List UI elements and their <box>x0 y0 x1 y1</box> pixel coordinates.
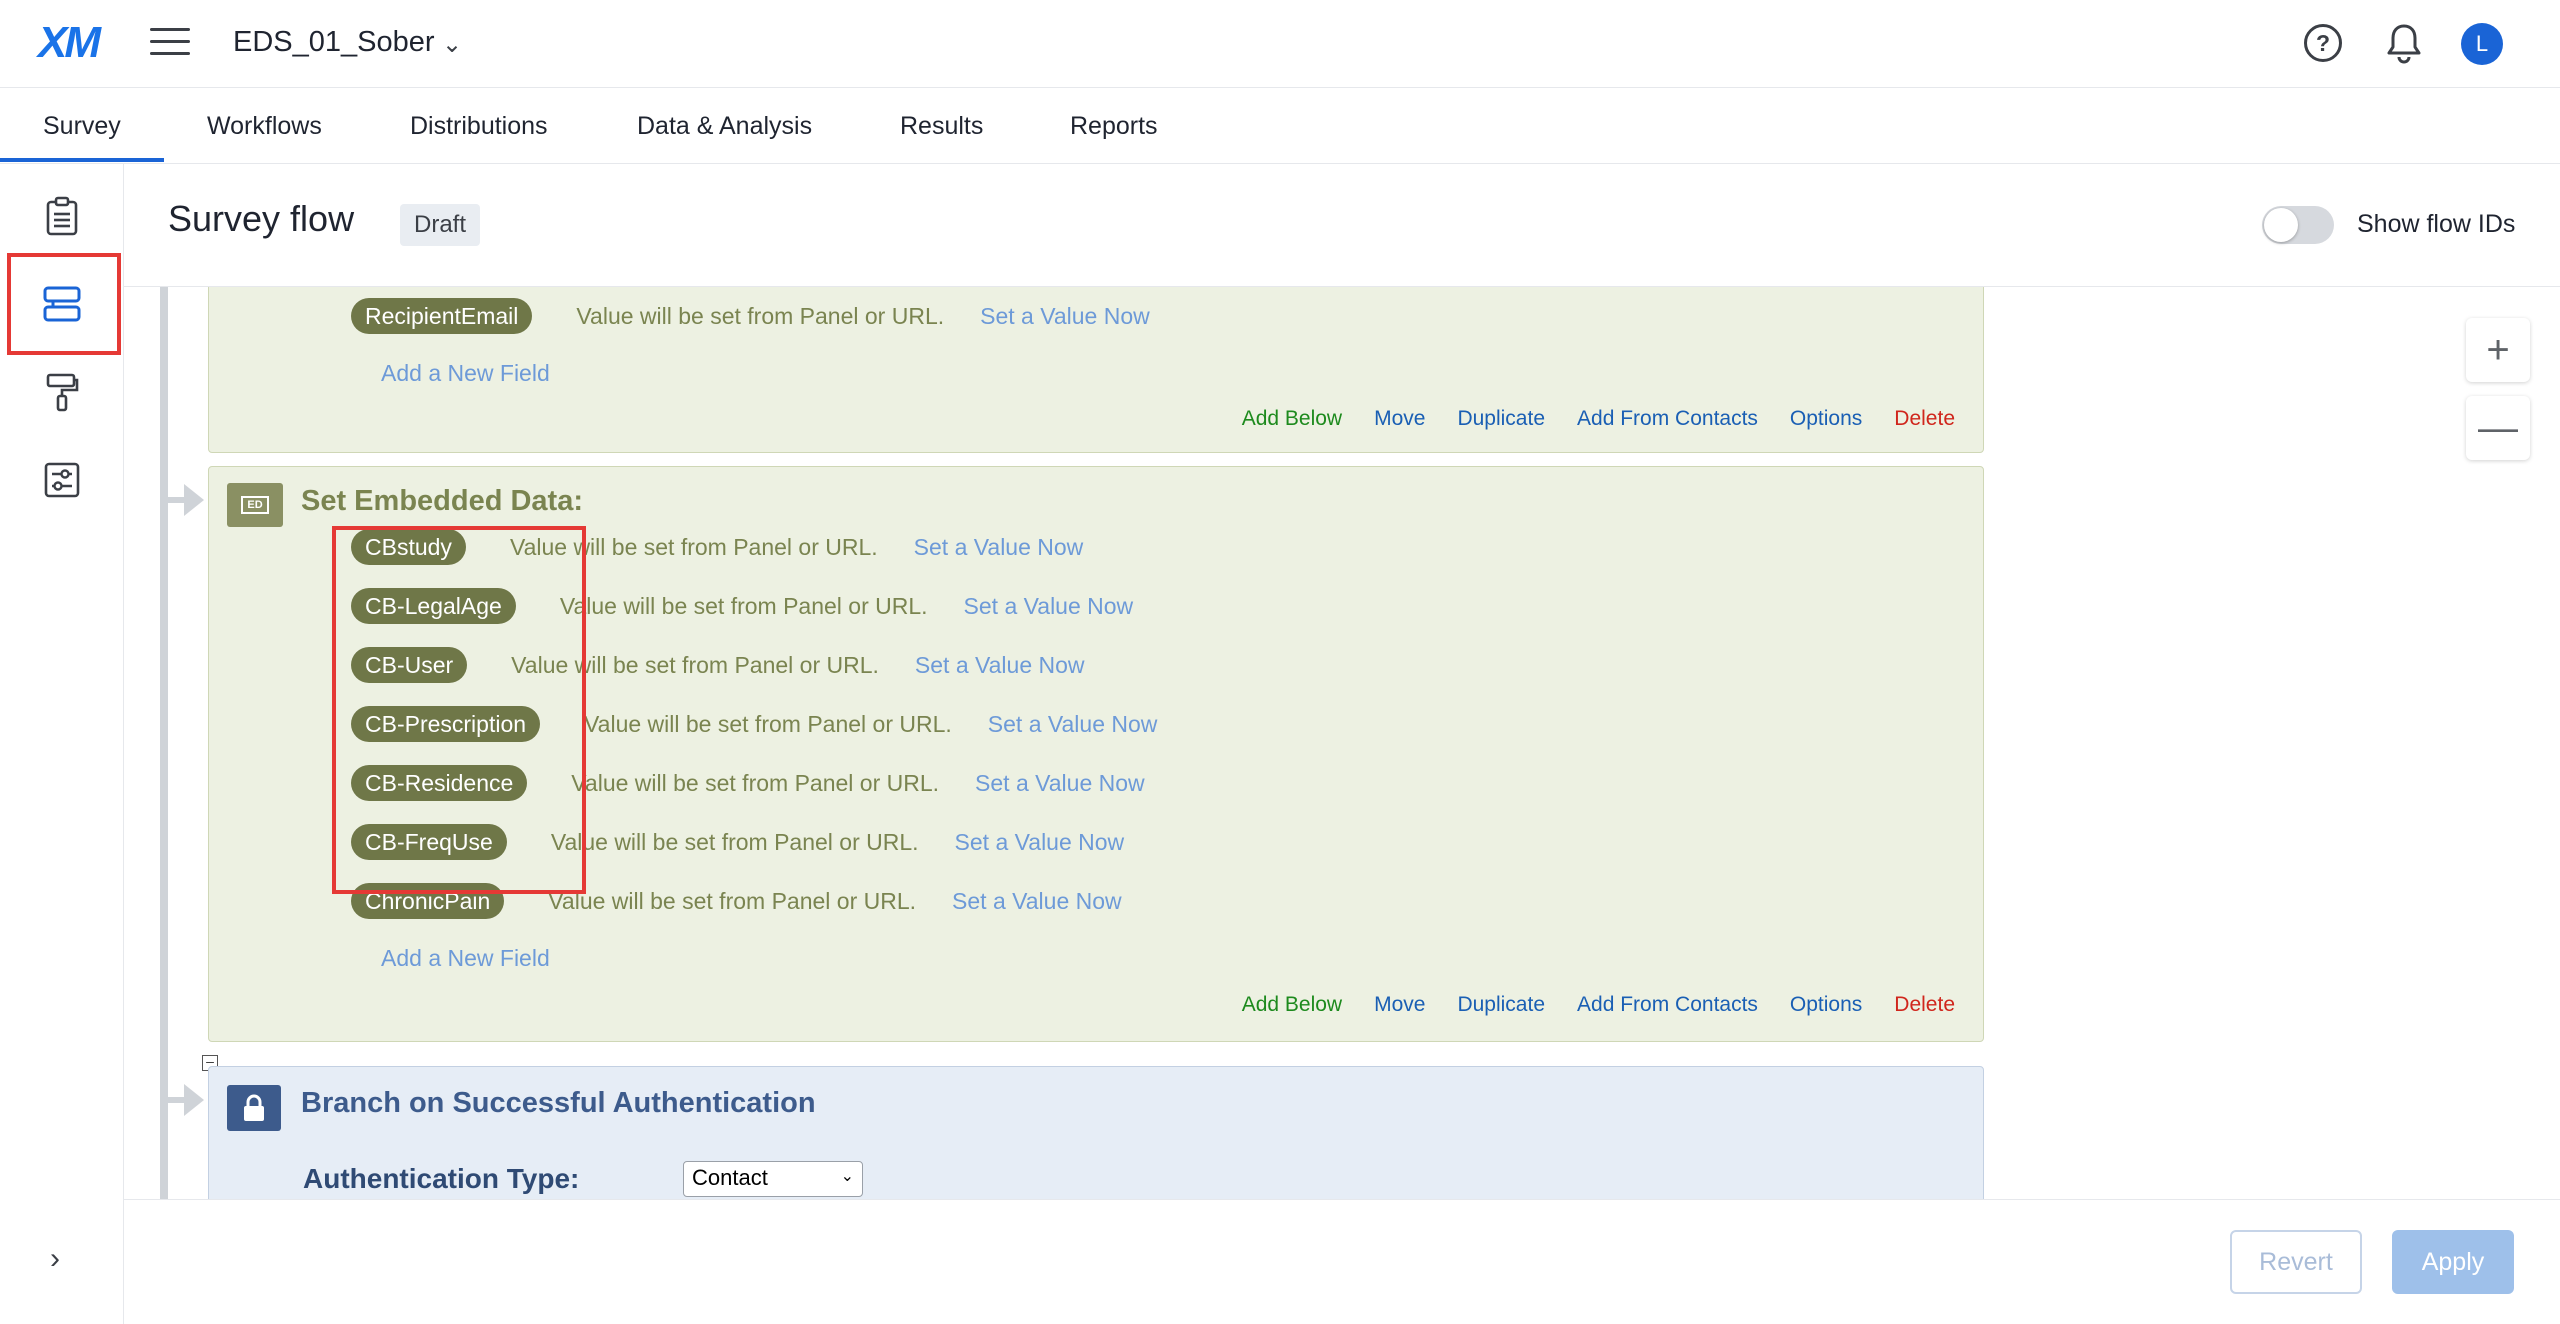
set-value-link[interactable]: Set a Value Now <box>952 888 1122 915</box>
options-link[interactable]: Options <box>1790 993 1862 1017</box>
set-value-link[interactable]: Set a Value Now <box>975 770 1145 797</box>
lock-icon <box>227 1085 281 1131</box>
revert-button[interactable]: Revert <box>2230 1230 2362 1294</box>
help-icon[interactable]: ? <box>2304 24 2342 62</box>
duplicate-link[interactable]: Duplicate <box>1457 407 1545 431</box>
top-bar: XM EDS_01_Sober ⌄ ? L <box>0 0 2560 88</box>
left-rail: › <box>0 164 124 1324</box>
footer-bar <box>124 1199 2560 1324</box>
field-value-text: Value will be set from Panel or URL. <box>548 887 917 914</box>
apply-button[interactable]: Apply <box>2392 1230 2514 1294</box>
status-badge: Draft <box>400 204 481 246</box>
survey-builder-icon[interactable] <box>34 188 90 244</box>
set-value-link[interactable]: Set a Value Now <box>914 534 1084 561</box>
add-below-link[interactable]: Add Below <box>1242 993 1342 1017</box>
zoom-in-button[interactable]: + <box>2466 318 2530 382</box>
authentication-type-label: Authentication Type: <box>303 1163 580 1194</box>
highlight-box-flow-icon <box>7 253 121 355</box>
show-flow-ids-toggle[interactable] <box>2262 206 2334 244</box>
flow-arrow-icon <box>184 484 204 516</box>
bell-icon[interactable] <box>2384 22 2424 66</box>
page-title: Survey flow <box>168 198 355 239</box>
field-value-text: Value will be set from Panel or URL. <box>576 302 945 329</box>
move-link[interactable]: Move <box>1374 993 1425 1017</box>
zoom-out-button[interactable]: — <box>2466 396 2530 460</box>
active-tab-indicator <box>0 158 164 162</box>
options-link[interactable]: Options <box>1790 407 1862 431</box>
embedded-data-block: RecipientEmail Value will be set from Pa… <box>208 287 1984 453</box>
main-tabs: Survey Workflows Distributions Data & An… <box>0 88 2560 164</box>
field-value-text: Value will be set from Panel or URL. <box>559 592 928 619</box>
project-name[interactable]: EDS_01_Sober <box>233 26 435 59</box>
add-new-field-link[interactable]: Add a New Field <box>381 360 550 387</box>
set-value-link[interactable]: Set a Value Now <box>980 303 1150 330</box>
block-title: Branch on Successful Authentication <box>301 1087 816 1119</box>
menu-icon[interactable] <box>150 28 190 58</box>
add-below-link[interactable]: Add Below <box>1242 407 1342 431</box>
field-value-text: Value will be set from Panel or URL. <box>550 828 919 855</box>
add-from-contacts-link[interactable]: Add From Contacts <box>1577 407 1758 431</box>
duplicate-link[interactable]: Duplicate <box>1457 993 1545 1017</box>
tab-results[interactable]: Results <box>900 112 983 141</box>
toggle-label: Show flow IDs <box>2357 210 2516 238</box>
look-and-feel-icon[interactable] <box>34 364 90 420</box>
delete-link[interactable]: Delete <box>1894 407 1955 431</box>
tab-distributions[interactable]: Distributions <box>410 112 548 141</box>
set-value-link[interactable]: Set a Value Now <box>988 711 1158 738</box>
chevron-right-icon[interactable]: › <box>50 1242 60 1276</box>
flow-arrow-icon <box>184 1084 204 1116</box>
embedded-data-icon: ED <box>227 483 283 527</box>
block-title: Set Embedded Data: <box>301 485 583 517</box>
field-value-text: Value will be set from Panel or URL. <box>571 769 940 796</box>
tab-workflows[interactable]: Workflows <box>207 112 322 141</box>
tab-data-analysis[interactable]: Data & Analysis <box>637 112 812 141</box>
embedded-field-row: RecipientEmail Value will be set from Pa… <box>351 296 1150 336</box>
field-value-text: Value will be set from Panel or URL. <box>584 710 952 737</box>
block-actions: Add Below Move Duplicate Add From Contac… <box>1242 407 1955 431</box>
field-name-pill[interactable]: RecipientEmail <box>351 298 533 334</box>
highlight-box-fields <box>332 526 586 894</box>
chevron-down-icon[interactable]: ⌄ <box>442 30 462 59</box>
avatar[interactable]: L <box>2461 23 2503 65</box>
chevron-down-icon: ⌄ <box>840 1168 854 1185</box>
set-value-link[interactable]: Set a Value Now <box>955 829 1125 856</box>
flow-canvas[interactable]: RecipientEmail Value will be set from Pa… <box>124 287 2560 1199</box>
block-actions: Add Below Move Duplicate Add From Contac… <box>1242 993 1955 1017</box>
set-value-link[interactable]: Set a Value Now <box>964 593 1134 620</box>
move-link[interactable]: Move <box>1374 407 1425 431</box>
add-from-contacts-link[interactable]: Add From Contacts <box>1577 993 1758 1017</box>
authentication-type-select[interactable]: Contact ⌄ <box>683 1161 863 1197</box>
set-value-link[interactable]: Set a Value Now <box>915 652 1085 679</box>
authenticator-block: Branch on Successful Authentication Auth… <box>208 1066 1984 1199</box>
xm-logo[interactable]: XM <box>38 18 101 68</box>
flow-line <box>160 287 168 1199</box>
add-new-field-link[interactable]: Add a New Field <box>381 945 550 972</box>
survey-options-icon[interactable] <box>34 452 90 508</box>
tab-reports[interactable]: Reports <box>1070 112 1158 141</box>
delete-link[interactable]: Delete <box>1894 993 1955 1017</box>
tab-survey[interactable]: Survey <box>43 112 121 141</box>
